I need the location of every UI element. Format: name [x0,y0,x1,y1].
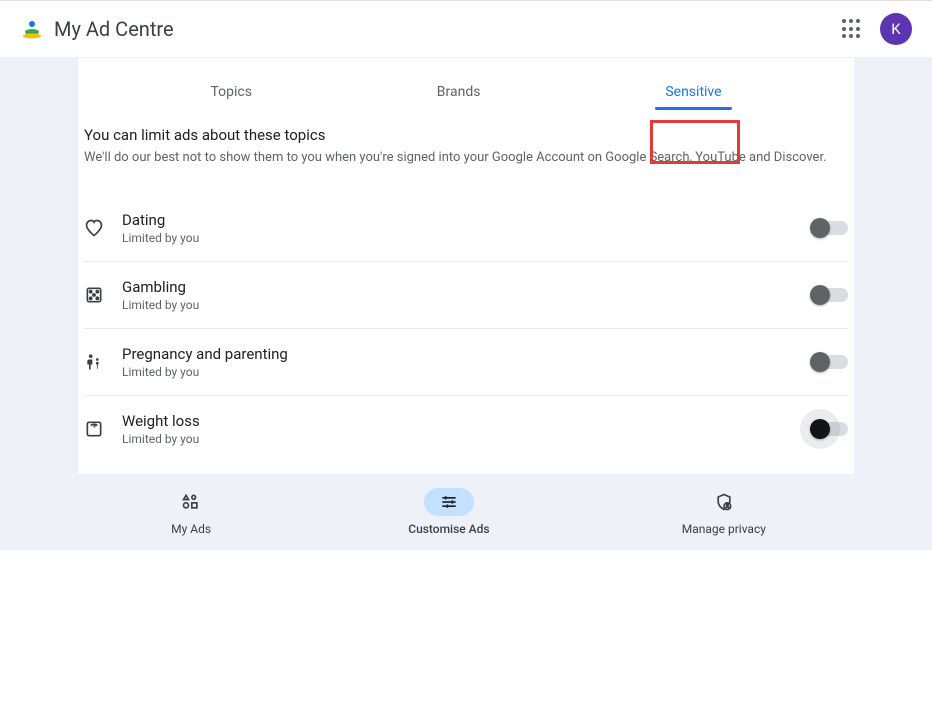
topic-row-pregnancy: Pregnancy and parenting Limited by you [84,329,848,396]
dice-icon [84,285,104,305]
shield-icon [699,488,749,516]
page-background: Topics Brands Sensitive You can limit ad… [0,58,932,718]
nav-manage-privacy[interactable]: Manage privacy [682,488,766,536]
header-left: My Ad Centre [20,17,174,41]
google-logo-icon [20,17,44,41]
nav-label: Manage privacy [682,522,766,536]
topic-text: Dating Limited by you [122,211,812,245]
topic-title: Weight loss [122,412,812,430]
topic-row-gambling: Gambling Limited by you [84,262,848,329]
avatar[interactable]: K [880,13,912,45]
shapes-icon [166,488,216,516]
topic-status: Limited by you [122,298,812,312]
topic-title: Pregnancy and parenting [122,345,812,363]
topic-status: Limited by you [122,432,812,446]
section-heading: You can limit ads about these topics We'… [84,108,848,165]
toggle-weightloss[interactable] [812,422,848,436]
topic-text: Weight loss Limited by you [122,412,812,446]
nav-label: My Ads [171,522,211,536]
topic-row-weightloss: Weight loss Limited by you [84,396,848,462]
toggle-gambling[interactable] [812,288,848,302]
bottom-nav: My Ads Customise Ads [0,474,932,550]
nav-my-ads[interactable]: My Ads [166,488,216,536]
nav-customise-ads[interactable]: Customise Ads [408,488,489,536]
topic-text: Pregnancy and parenting Limited by you [122,345,812,379]
scale-icon [84,419,104,439]
apps-icon[interactable] [840,17,864,41]
topic-text: Gambling Limited by you [122,278,812,312]
nav-label: Customise Ads [408,522,489,536]
blank-space [0,550,932,718]
topic-list: Dating Limited by you [84,195,848,462]
heart-icon [84,218,104,238]
topic-status: Limited by you [122,365,812,379]
section-title: You can limit ads about these topics [84,126,848,144]
tabs: Topics Brands Sensitive [78,58,854,108]
page-title: My Ad Centre [54,17,174,41]
app-header: My Ad Centre K [0,0,932,58]
tune-icon [424,488,474,516]
family-icon [84,352,104,372]
toggle-dating[interactable] [812,221,848,235]
toggle-pregnancy[interactable] [812,355,848,369]
tab-sensitive[interactable]: Sensitive [645,76,741,108]
tab-brands[interactable]: Brands [417,76,501,108]
section-subtitle: We'll do our best not to show them to yo… [84,150,848,165]
topic-status: Limited by you [122,231,812,245]
topic-title: Gambling [122,278,812,296]
topic-row-dating: Dating Limited by you [84,195,848,262]
tab-topics[interactable]: Topics [190,76,271,108]
header-right: K [840,13,912,45]
topic-title: Dating [122,211,812,229]
